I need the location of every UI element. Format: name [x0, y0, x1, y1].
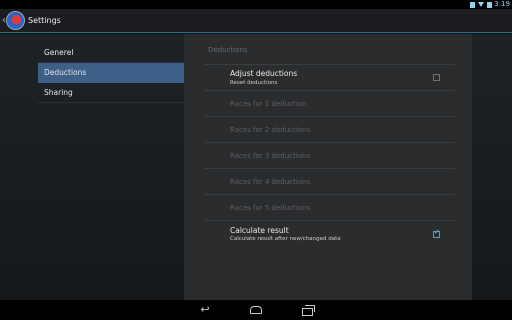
pref-races-2: Races for 2 deductions — [204, 116, 455, 142]
calculate-result-checkbox[interactable]: ✔ — [433, 228, 440, 238]
system-nav-bar: ↩ — [0, 300, 512, 320]
adjust-deductions-checkbox[interactable] — [433, 74, 440, 81]
pref-title: Races for 3 deductions — [230, 152, 311, 160]
pref-adjust-deductions[interactable]: Adjust deductions Reset deductions — [204, 64, 455, 90]
status-icons — [470, 1, 492, 8]
nav-item-sharing[interactable]: Sharing — [38, 83, 184, 103]
nav-item-deductions[interactable]: Deductions — [38, 63, 184, 83]
checkmark-icon: ✔ — [434, 228, 440, 236]
wifi-icon — [478, 2, 484, 7]
pref-races-5: Races for 5 deductions — [204, 194, 455, 220]
status-bar: 3:19 — [0, 0, 512, 9]
battery-icon — [487, 1, 492, 8]
recent-apps-icon[interactable] — [301, 304, 315, 316]
back-icon[interactable]: ↩ — [197, 304, 213, 316]
pref-races-3: Races for 3 deductions — [204, 142, 455, 168]
pref-summary: Reset deductions — [230, 80, 278, 86]
notification-icon — [470, 1, 475, 8]
pref-races-1: Races for 1 deduction — [204, 90, 455, 116]
section-title: Deductions — [208, 46, 248, 54]
pref-title: Races for 5 deductions — [230, 204, 311, 212]
pref-races-4: Races for 4 deductions — [204, 168, 455, 194]
nav-item-generel[interactable]: Generel — [38, 43, 184, 63]
status-time: 3:19 — [494, 0, 510, 8]
app-logo-icon[interactable] — [6, 11, 25, 30]
pref-title: Races for 2 deductions — [230, 126, 311, 134]
pref-title: Races for 1 deduction — [230, 100, 307, 108]
preferences-pane: Deductions Adjust deductions Reset deduc… — [184, 34, 472, 300]
pref-title: Adjust deductions — [230, 69, 298, 78]
pref-calculate-result[interactable]: Calculate result Calculate result after … — [204, 220, 455, 248]
pref-summary: Calculate result after new/changed data — [230, 236, 341, 242]
home-icon[interactable] — [249, 304, 263, 316]
page-title: Settings — [28, 16, 61, 25]
settings-nav: Generel Deductions Sharing — [38, 43, 184, 103]
pref-title: Races for 4 deductions — [230, 178, 311, 186]
action-bar: ‹ Settings — [0, 9, 512, 33]
